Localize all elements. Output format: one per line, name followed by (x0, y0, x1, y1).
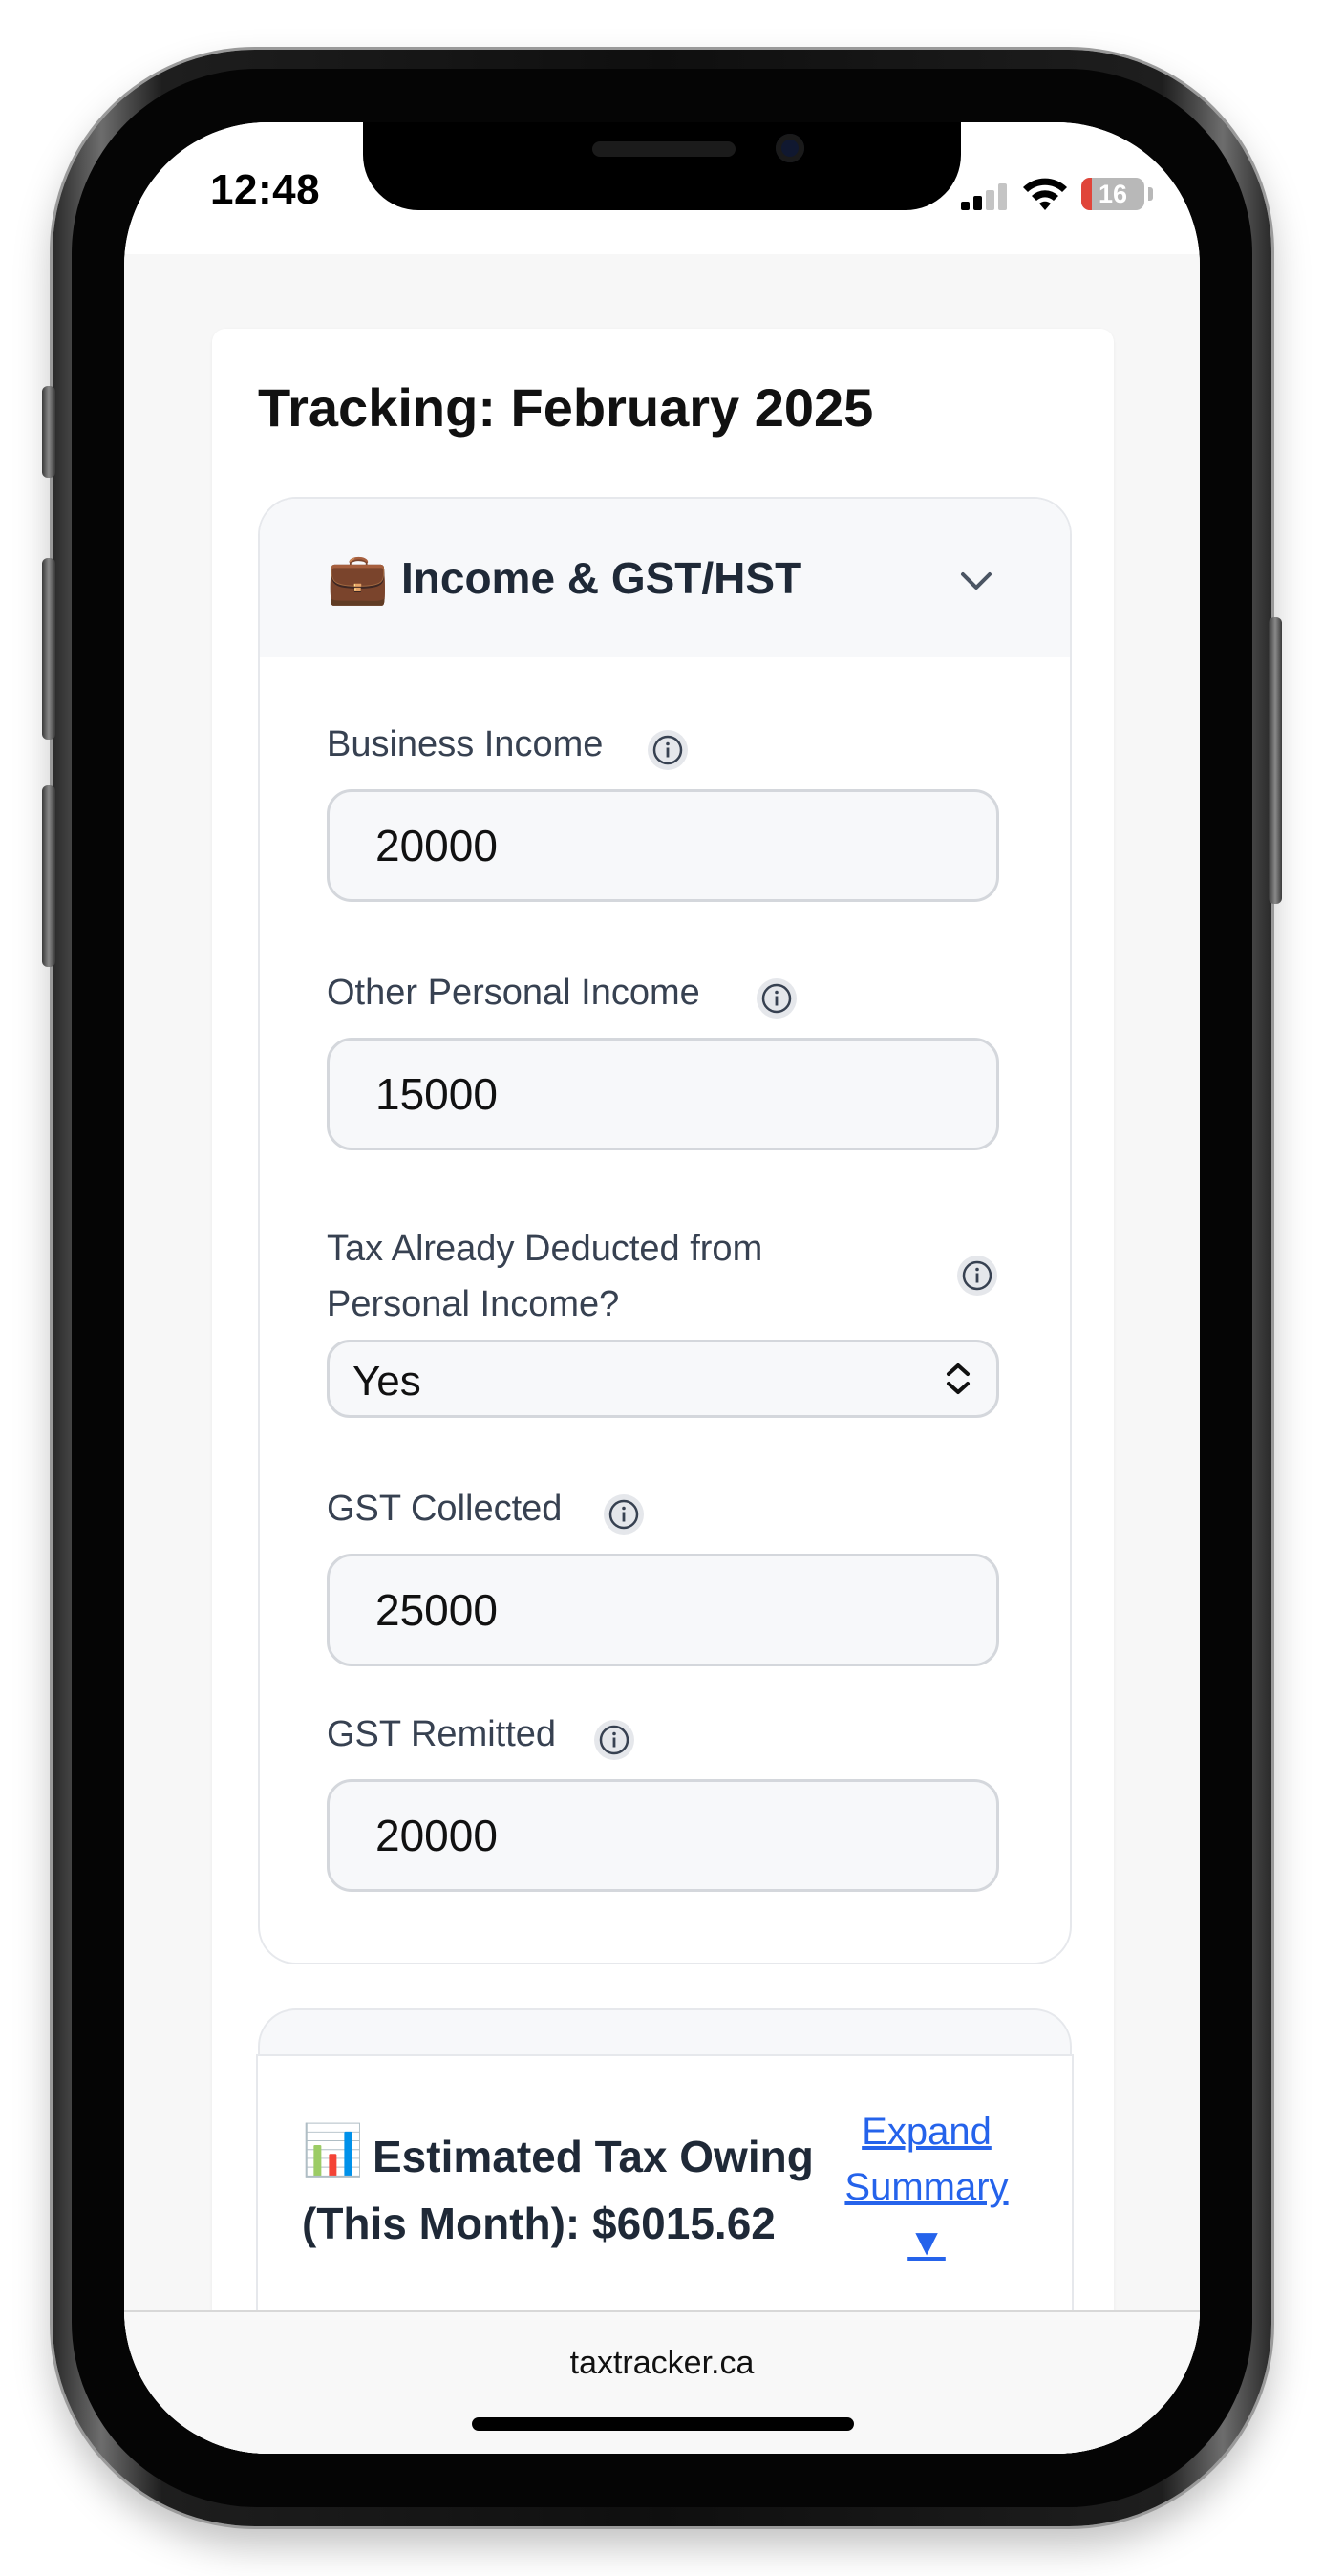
chevron-down-icon[interactable] (953, 558, 999, 604)
battery-percentage: 16 (1098, 180, 1128, 208)
expand-summary-link[interactable]: Expand Summary ▼ (831, 2104, 1022, 2270)
estimated-tax-owing: Estimated Tax Owing (This Month): $6015.… (302, 2132, 814, 2248)
tracking-card: Tracking: February 2025 💼 Income & GST/H… (212, 329, 1114, 2454)
battery-icon: 16 (1081, 178, 1144, 210)
select-arrows-icon (947, 1363, 970, 1394)
url-bar[interactable]: taxtracker.ca (124, 2345, 1200, 2382)
phone-screen: 12:48 16 Tracking: February 2025 💼 Incom… (124, 122, 1200, 2454)
info-icon[interactable] (602, 1492, 646, 1536)
front-camera (776, 134, 804, 162)
speaker-grille (592, 141, 736, 157)
mute-switch (42, 386, 55, 478)
gst-remitted-input[interactable] (327, 1779, 999, 1892)
info-icon[interactable] (955, 1254, 999, 1298)
power-button (1269, 617, 1282, 904)
battery-cap (1148, 187, 1153, 201)
web-page: Tracking: February 2025 💼 Income & GST/H… (124, 254, 1200, 2454)
other-personal-income-input[interactable] (327, 1038, 999, 1150)
notch (363, 122, 961, 210)
browser-bottom-bar: taxtracker.ca (124, 2310, 1200, 2454)
gst-collected-label: GST Collected (327, 1489, 563, 1529)
signal-icon (961, 183, 1009, 210)
tax-deducted-label: Tax Already Deducted from Personal Incom… (327, 1229, 763, 1324)
tax-deducted-selected-value: Yes (352, 1358, 421, 1405)
income-gst-section: 💼 Income & GST/HST Business Income Oth (258, 497, 1072, 1964)
gst-remitted-label: GST Remitted (327, 1714, 557, 1754)
other-personal-income-label: Other Personal Income (327, 973, 700, 1013)
business-income-label: Business Income (327, 724, 604, 764)
tax-deducted-select[interactable]: Yes (327, 1340, 999, 1418)
volume-down-button (42, 785, 55, 967)
wifi-icon (1023, 178, 1067, 210)
income-section-header[interactable]: 💼 Income & GST/HST (260, 499, 1070, 657)
volume-up-button (42, 558, 55, 740)
status-bar: 12:48 16 (124, 122, 1200, 254)
status-time: 12:48 (210, 166, 321, 213)
home-indicator[interactable] (472, 2417, 854, 2431)
info-icon[interactable] (646, 728, 690, 772)
business-income-input[interactable] (327, 789, 999, 902)
page-title: Tracking: February 2025 (258, 377, 874, 438)
info-icon[interactable] (592, 1718, 636, 1762)
info-icon[interactable] (755, 977, 799, 1020)
income-section-title: Income & GST/HST (401, 553, 802, 603)
briefcase-icon: 💼 (327, 551, 389, 607)
gst-collected-input[interactable] (327, 1554, 999, 1666)
